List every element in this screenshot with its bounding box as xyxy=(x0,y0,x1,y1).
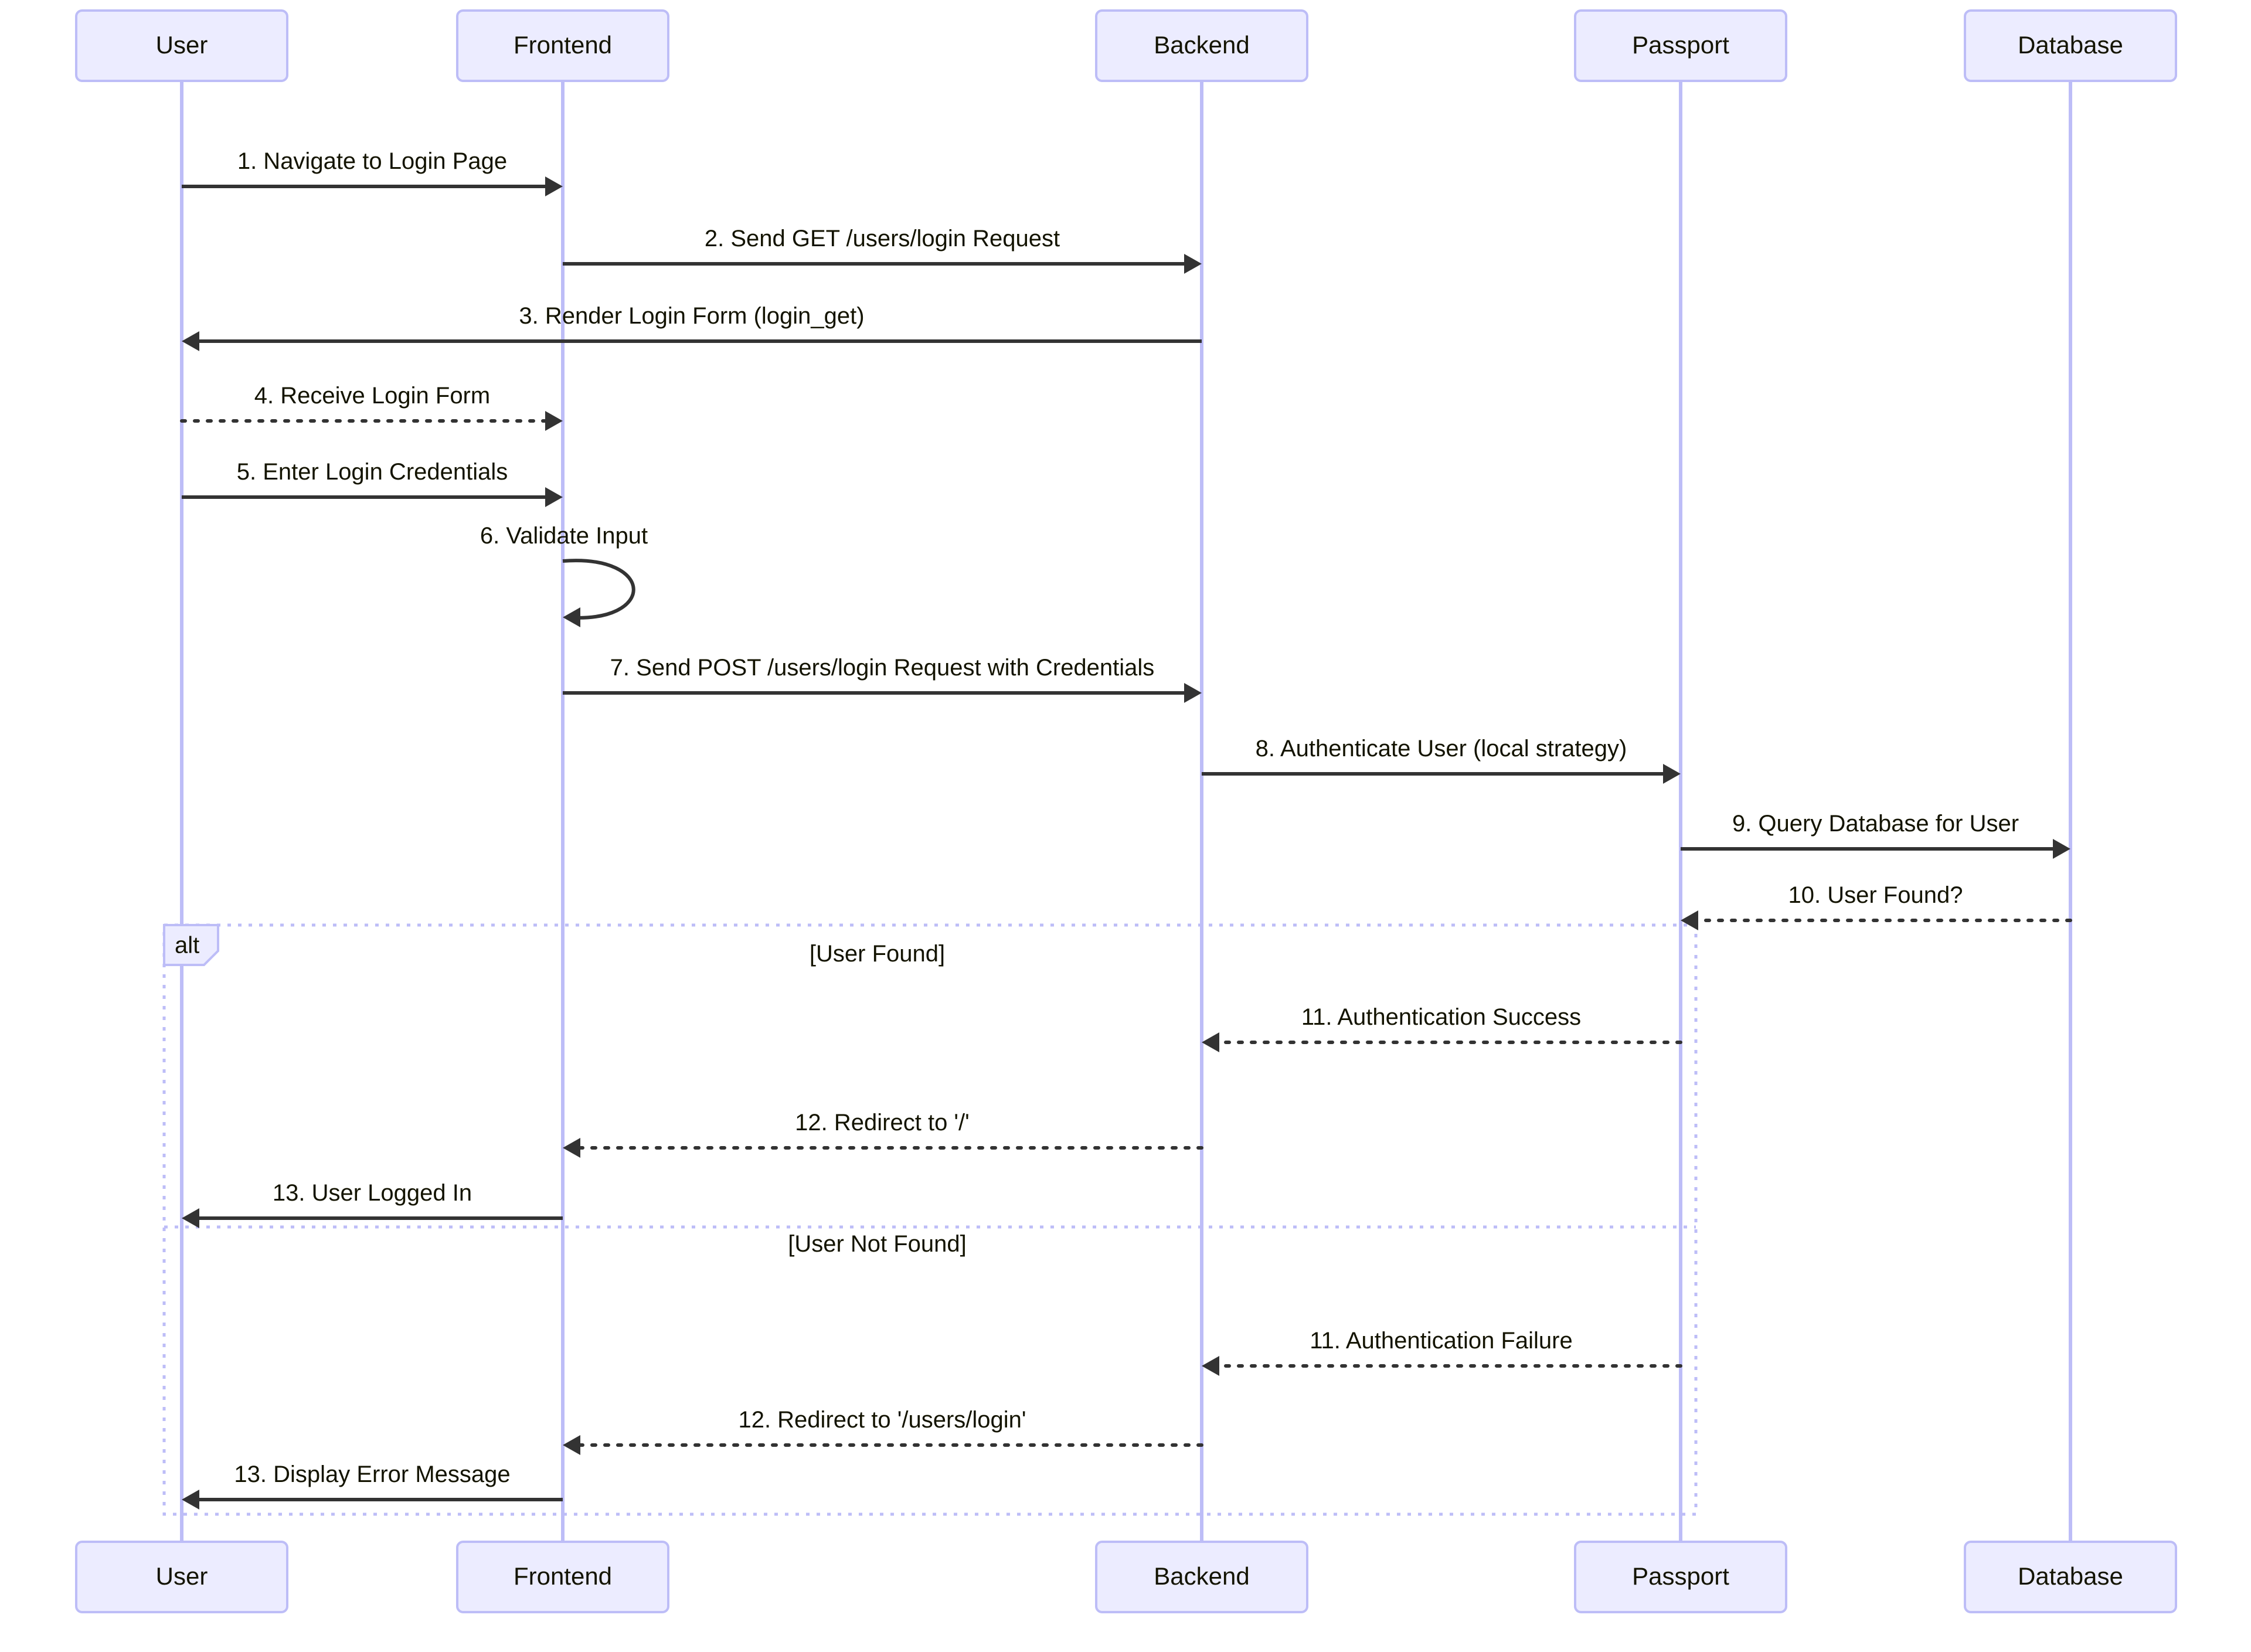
message-arrowhead-5 xyxy=(545,487,563,507)
message-label-5: 5. Enter Login Credentials xyxy=(237,459,508,485)
message-1: 1. Navigate to Login Page xyxy=(182,148,563,196)
message-arrowhead-10 xyxy=(1681,910,1698,930)
message-arrowhead-12b xyxy=(563,1435,580,1455)
message-label-11a: 11. Authentication Success xyxy=(1301,1004,1581,1030)
participant-label-frontend: Frontend xyxy=(514,1562,612,1590)
participant-label-database: Database xyxy=(2018,31,2123,59)
participant-label-passport: Passport xyxy=(1632,31,1729,59)
message-arrowhead-8 xyxy=(1663,764,1681,784)
message-arrowhead-4 xyxy=(545,411,563,431)
participant-label-backend: Backend xyxy=(1154,1562,1249,1590)
message-arrowhead-11b xyxy=(1202,1356,1219,1376)
message-label-2: 2. Send GET /users/login Request xyxy=(705,226,1060,251)
message-9: 9. Query Database for User xyxy=(1681,811,2070,859)
message-10: 10. User Found? xyxy=(1681,882,2072,930)
message-layer: 1. Navigate to Login Page 2. Send GET /us… xyxy=(180,148,2072,1510)
message-arrowhead-7 xyxy=(1184,683,1202,703)
participant-user-top[interactable]: User xyxy=(75,9,288,82)
participant-label-user: User xyxy=(156,1562,208,1590)
message-label-7: 7. Send POST /users/login Request with C… xyxy=(610,655,1155,681)
sequence-diagram-svg: alt [User Found] [User Not Found] 1. Navig… xyxy=(75,9,2177,1613)
message-label-8: 8. Authenticate User (local strategy) xyxy=(1256,736,1627,762)
message-arrowhead-13b xyxy=(182,1490,199,1510)
message-arrowhead-3 xyxy=(182,331,199,351)
message-label-12a: 12. Redirect to '/' xyxy=(795,1110,970,1136)
message-11a: 11. Authentication Success xyxy=(1202,1004,1682,1052)
participant-label-frontend: Frontend xyxy=(514,31,612,59)
alt-condition-1: [User Not Found] xyxy=(788,1231,967,1257)
participant-label-passport: Passport xyxy=(1632,1562,1729,1590)
message-11b: 11. Authentication Failure xyxy=(1202,1328,1682,1376)
participant-user-bottom[interactable]: User xyxy=(75,1541,288,1613)
participant-boxes-top: User Frontend Backend Passport Database xyxy=(75,9,2177,82)
message-5: 5. Enter Login Credentials xyxy=(182,459,563,507)
participant-boxes-bottom: User Frontend Backend Passport Database xyxy=(75,1541,2177,1613)
message-3: 3. Render Login Form (login_get) xyxy=(182,303,1202,351)
participant-passport-top[interactable]: Passport xyxy=(1574,9,1787,82)
alt-condition-0: [User Found] xyxy=(810,941,945,967)
message-label-11b: 11. Authentication Failure xyxy=(1310,1328,1572,1354)
message-arrowhead-13a xyxy=(182,1208,199,1228)
message-2: 2. Send GET /users/login Request xyxy=(563,226,1202,274)
message-label-3: 3. Render Login Form (login_get) xyxy=(519,303,864,329)
message-arrowhead-11a xyxy=(1202,1032,1219,1052)
participant-backend-top[interactable]: Backend xyxy=(1095,9,1308,82)
participant-database-bottom[interactable]: Database xyxy=(1964,1541,2177,1613)
participant-frontend-bottom[interactable]: Frontend xyxy=(456,1541,669,1613)
message-label-10: 10. User Found? xyxy=(1788,882,1963,908)
message-13b: 13. Display Error Message xyxy=(182,1461,563,1510)
participant-label-backend: Backend xyxy=(1154,31,1249,59)
message-7: 7. Send POST /users/login Request with C… xyxy=(563,655,1202,703)
message-label-13a: 13. User Logged In xyxy=(273,1180,472,1206)
message-12b: 12. Redirect to '/users/login' xyxy=(563,1407,1203,1455)
message-label-1: 1. Navigate to Login Page xyxy=(237,148,507,174)
participant-label-user: User xyxy=(156,31,208,59)
message-line-6 xyxy=(562,559,635,620)
message-label-6: 6. Validate Input xyxy=(480,523,648,549)
message-arrowhead-1 xyxy=(545,176,563,196)
message-label-9: 9. Query Database for User xyxy=(1732,811,2019,837)
message-arrowhead-12a xyxy=(563,1138,580,1158)
message-13a: 13. User Logged In xyxy=(182,1180,563,1228)
participant-backend-bottom[interactable]: Backend xyxy=(1095,1541,1308,1613)
message-arrowhead-9 xyxy=(2053,839,2070,859)
message-label-12b: 12. Redirect to '/users/login' xyxy=(738,1407,1026,1433)
message-label-4: 4. Receive Login Form xyxy=(254,383,490,409)
participant-database-top[interactable]: Database xyxy=(1964,9,2177,82)
message-12a: 12. Redirect to '/' xyxy=(563,1110,1203,1158)
message-arrowhead-2 xyxy=(1184,254,1202,274)
participant-frontend-top[interactable]: Frontend xyxy=(456,9,669,82)
participant-passport-bottom[interactable]: Passport xyxy=(1574,1541,1787,1613)
message-4: 4. Receive Login Form xyxy=(180,383,563,431)
alt-keyword-label: alt xyxy=(175,933,199,958)
message-arrowhead-6 xyxy=(563,607,580,627)
sequence-diagram-canvas: alt [User Found] [User Not Found] 1. Navig… xyxy=(0,0,2251,1652)
message-label-13b: 13. Display Error Message xyxy=(234,1461,510,1487)
message-8: 8. Authenticate User (local strategy) xyxy=(1202,736,1681,784)
participant-label-database: Database xyxy=(2018,1562,2123,1590)
